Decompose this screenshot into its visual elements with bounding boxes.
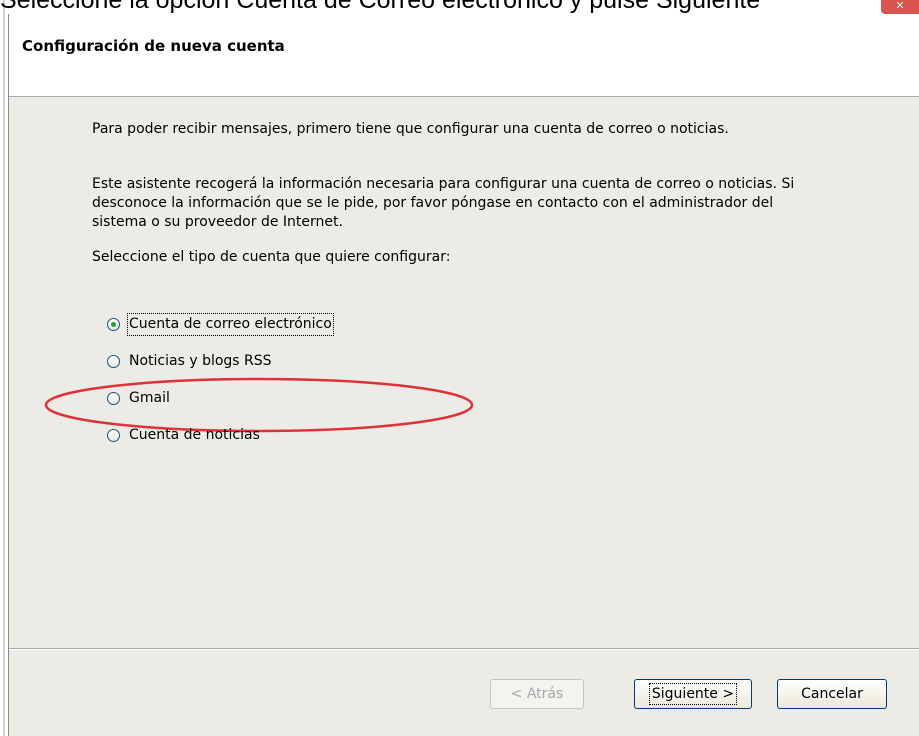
instruction-text: Seleccione la opción Cuenta de Correo el… [0, 0, 919, 13]
radio-option-news[interactable]: Cuenta de noticias [107, 424, 260, 446]
next-button-label: Siguiente > [648, 683, 738, 705]
info-paragraph: Este asistente recogerá la información n… [92, 176, 795, 230]
radio-label-gmail[interactable]: Gmail [129, 389, 170, 408]
background-window-edge [0, 0, 8, 736]
radio-button-news[interactable] [107, 428, 120, 442]
wizard-content: Para poder recibir mensajes, primero tie… [9, 97, 919, 647]
intro-paragraph: Para poder recibir mensajes, primero tie… [92, 121, 729, 137]
page-title: Configuración de nueva cuenta [22, 37, 285, 55]
radio-button-gmail[interactable] [107, 391, 120, 405]
next-button[interactable]: Siguiente > [634, 679, 752, 709]
close-icon: ✕ [895, 0, 905, 12]
account-type-prompt: Seleccione el tipo de cuenta que quiere … [92, 249, 451, 265]
radio-label-email[interactable]: Cuenta de correo electrónico [127, 312, 334, 336]
footer-divider [9, 648, 919, 650]
radio-option-email[interactable]: Cuenta de correo electrónico [107, 312, 334, 336]
radio-button-rss[interactable] [107, 354, 120, 368]
wizard-header: Configuración de nueva cuenta [9, 14, 919, 97]
back-button[interactable]: < Atrás [490, 679, 584, 709]
cancel-button[interactable]: Cancelar [777, 679, 887, 709]
radio-label-rss[interactable]: Noticias y blogs RSS [129, 352, 272, 371]
account-wizard-dialog: Configuración de nueva cuenta Para poder… [8, 14, 919, 736]
radio-label-news[interactable]: Cuenta de noticias [129, 426, 260, 445]
radio-button-email[interactable] [107, 317, 120, 331]
radio-option-rss[interactable]: Noticias y blogs RSS [107, 350, 272, 372]
close-button[interactable]: ✕ [881, 0, 919, 14]
radio-option-gmail[interactable]: Gmail [107, 387, 170, 409]
